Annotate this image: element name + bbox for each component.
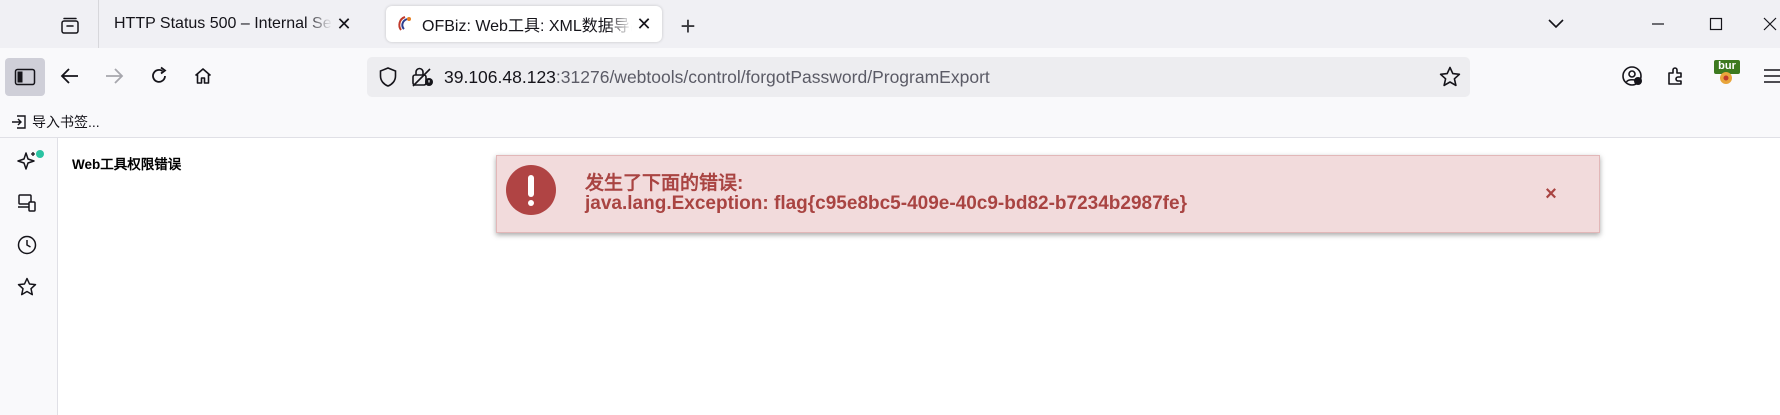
close-icon bbox=[1763, 17, 1777, 31]
tab-groups-icon bbox=[61, 17, 79, 34]
burp-extension-icon bbox=[1720, 72, 1732, 84]
tab-divider bbox=[98, 0, 99, 48]
minimize-icon bbox=[1652, 23, 1664, 25]
maximize-button[interactable] bbox=[1698, 8, 1734, 40]
tab-title: HTTP Status 500 – Internal Server Error bbox=[114, 15, 332, 32]
import-bookmarks-label: 导入书签... bbox=[32, 114, 100, 130]
maximize-icon bbox=[1709, 17, 1723, 31]
error-alert: 发生了下面的错误: java.lang.Exception: flag{c95e… bbox=[496, 155, 1600, 233]
url-path: :31276/webtools/control/forgotPassword/P… bbox=[555, 67, 990, 87]
bookmark-star-icon[interactable] bbox=[1438, 65, 1462, 89]
account-button[interactable] bbox=[1614, 58, 1650, 94]
tab-ofbiz[interactable]: OFBiz: Web工具: XML数据导出 ✕ bbox=[386, 6, 662, 42]
hamburger-menu-icon bbox=[1764, 69, 1780, 83]
close-alert-button[interactable]: × bbox=[1537, 180, 1565, 208]
reload-button[interactable] bbox=[141, 58, 177, 94]
browser-sidebar bbox=[0, 138, 58, 415]
address-bar[interactable]: 39.106.48.123:31276/webtools/control/for… bbox=[367, 57, 1470, 97]
synced-tabs-button[interactable] bbox=[12, 188, 42, 218]
page-content: Web工具权限错误 发生了下面的错误: java.lang.Exception:… bbox=[58, 138, 1780, 415]
home-icon bbox=[194, 68, 212, 84]
tab-http-500[interactable]: HTTP Status 500 – Internal Server Error … bbox=[100, 6, 370, 42]
ofbiz-logo-icon bbox=[398, 16, 411, 31]
exclamation-icon bbox=[506, 165, 556, 215]
tracking-protection-shield-icon[interactable] bbox=[377, 66, 399, 88]
insecure-lock-icon[interactable] bbox=[410, 66, 434, 88]
sidebar-toggle-button[interactable] bbox=[5, 58, 45, 96]
page-title: Web工具权限错误 bbox=[72, 157, 182, 172]
reload-icon bbox=[152, 66, 167, 83]
tab-groups-button[interactable] bbox=[52, 11, 88, 41]
back-button[interactable] bbox=[52, 58, 88, 94]
alert-title: 发生了下面的错误: bbox=[585, 173, 744, 194]
tab-strip: HTTP Status 500 – Internal Server Error … bbox=[0, 0, 1780, 48]
navigation-toolbar: 39.106.48.123:31276/webtools/control/for… bbox=[0, 48, 1780, 106]
puzzle-piece-icon bbox=[1668, 67, 1682, 85]
account-icon bbox=[1622, 66, 1642, 86]
star-icon bbox=[17, 277, 37, 296]
chevron-down-icon bbox=[1548, 19, 1564, 29]
url-text[interactable]: 39.106.48.123:31276/webtools/control/for… bbox=[444, 67, 990, 88]
alert-message: java.lang.Exception: flag{c95e8bc5-409e-… bbox=[585, 193, 1187, 214]
list-all-tabs-button[interactable] bbox=[1538, 8, 1574, 40]
import-bookmarks-item[interactable]: 导入书签... bbox=[10, 111, 100, 133]
burp-extension-button[interactable]: bur bbox=[1714, 60, 1740, 86]
url-host: 39.106.48.123 bbox=[444, 67, 556, 87]
close-tab-icon[interactable]: ✕ bbox=[332, 12, 356, 36]
close-tab-icon[interactable]: ✕ bbox=[632, 12, 656, 36]
forward-arrow-icon bbox=[106, 68, 124, 84]
sidebar-icon bbox=[14, 68, 36, 86]
history-button[interactable] bbox=[12, 230, 42, 260]
synced-devices-icon bbox=[18, 194, 36, 212]
home-button[interactable] bbox=[185, 58, 221, 94]
extensions-button[interactable] bbox=[1658, 58, 1694, 94]
back-arrow-icon bbox=[60, 68, 78, 84]
tab-title: OFBiz: Web工具: XML数据导出 bbox=[422, 18, 632, 35]
bookmarks-sidebar-button[interactable] bbox=[12, 272, 42, 302]
app-menu-button[interactable] bbox=[1754, 58, 1780, 94]
minimize-button[interactable] bbox=[1640, 8, 1676, 40]
close-window-button[interactable] bbox=[1752, 8, 1780, 40]
notification-dot bbox=[36, 150, 44, 158]
sparkle-icon bbox=[17, 152, 35, 170]
bookmarks-toolbar: 导入书签... bbox=[0, 106, 1780, 138]
clock-icon bbox=[17, 235, 37, 255]
new-tab-button[interactable]: + bbox=[672, 10, 704, 42]
forward-button[interactable] bbox=[96, 58, 132, 94]
import-icon bbox=[12, 115, 26, 129]
